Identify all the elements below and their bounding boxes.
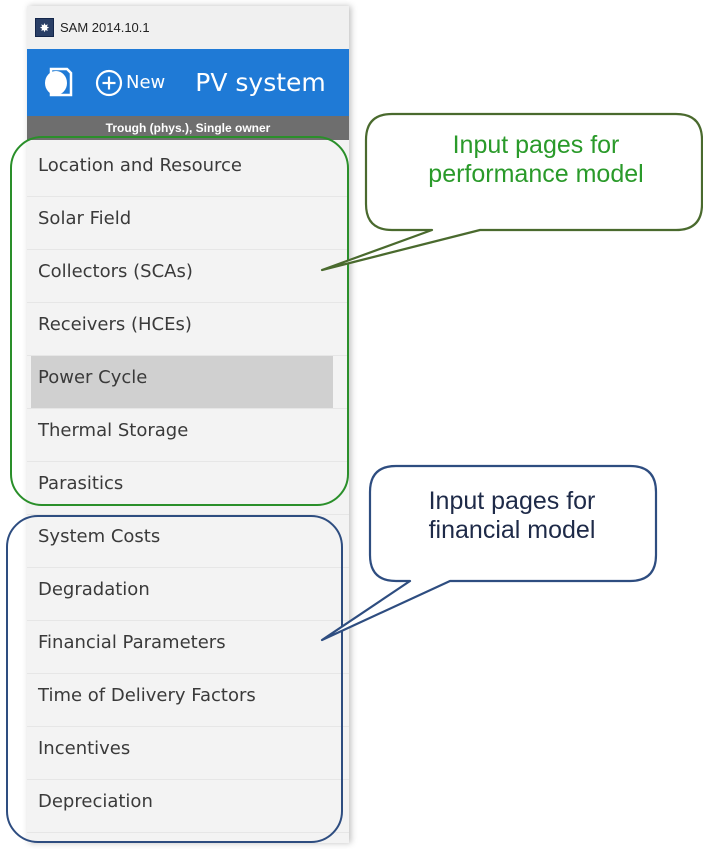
sidebar-item-label: Parasitics [38,473,124,494]
sidebar-item-parasitics[interactable]: Parasitics [27,462,349,515]
sidebar-item-incentives[interactable]: Incentives [27,727,349,780]
sidebar-item-label: Financial Parameters [38,632,226,653]
sidebar-item-solar-field[interactable]: Solar Field [27,197,349,250]
sidebar-item-collectors[interactable]: Collectors (SCAs) [27,250,349,303]
new-button-label: New [126,72,166,93]
plus-circle-icon [95,69,123,97]
sidebar-item-label: Time of Delivery Factors [38,685,256,706]
sidebar-item-label: Incentives [38,738,131,759]
sidebar-item-depreciation[interactable]: Depreciation [27,780,349,833]
main-toolbar: New PV system [27,49,349,116]
sidebar-item-label: Thermal Storage [38,420,189,441]
input-page-list: Location and Resource Solar Field Collec… [27,144,349,833]
sidebar-item-location-and-resource[interactable]: Location and Resource [27,144,349,197]
case-tab-name[interactable]: PV system [195,68,326,97]
sam-window-sidebar: ✸ SAM 2014.10.1 New PV system Trough (ph… [27,6,349,843]
financial-callout-line1: Input pages for [428,487,596,515]
configuration-label[interactable]: Trough (phys.), Single owner [27,116,349,140]
sidebar-item-thermal-storage[interactable]: Thermal Storage [27,409,349,462]
sam-logo-icon: ✸ [35,18,54,37]
financial-callout-line2: financial model [428,516,596,544]
new-button[interactable]: New [95,69,165,97]
performance-callout-line2: performance model [428,160,644,188]
sidebar-item-label: Collectors (SCAs) [38,261,193,282]
performance-callout-bubble [320,112,703,272]
sidebar-item-receivers[interactable]: Receivers (HCEs) [27,303,349,356]
sidebar-item-label: Power Cycle [38,367,148,388]
sidebar-item-degradation[interactable]: Degradation [27,568,349,621]
screenshot-stage: ✸ SAM 2014.10.1 New PV system Trough (ph… [0,0,703,849]
sidebar-item-financial-parameters[interactable]: Financial Parameters [27,621,349,674]
sidebar-item-label: Location and Resource [38,155,242,176]
open-file-icon[interactable] [43,65,73,101]
window-title: SAM 2014.10.1 [60,20,150,35]
title-bar: ✸ SAM 2014.10.1 [27,6,349,49]
sidebar-item-power-cycle[interactable]: Power Cycle [27,356,349,409]
sidebar-item-label: Solar Field [38,208,132,229]
sidebar-item-label: Depreciation [38,791,153,812]
performance-callout-text: Input pages for performance model [374,131,698,189]
sidebar-item-label: Receivers (HCEs) [38,314,192,335]
sidebar-item-label: Degradation [38,579,150,600]
financial-callout-bubble [320,464,658,642]
performance-callout-line1: Input pages for [452,131,620,159]
sidebar-item-system-costs[interactable]: System Costs [27,515,349,568]
sidebar-item-label: System Costs [38,526,161,547]
financial-callout-text: Input pages for financial model [370,487,654,545]
sidebar-item-time-of-delivery-factors[interactable]: Time of Delivery Factors [27,674,349,727]
